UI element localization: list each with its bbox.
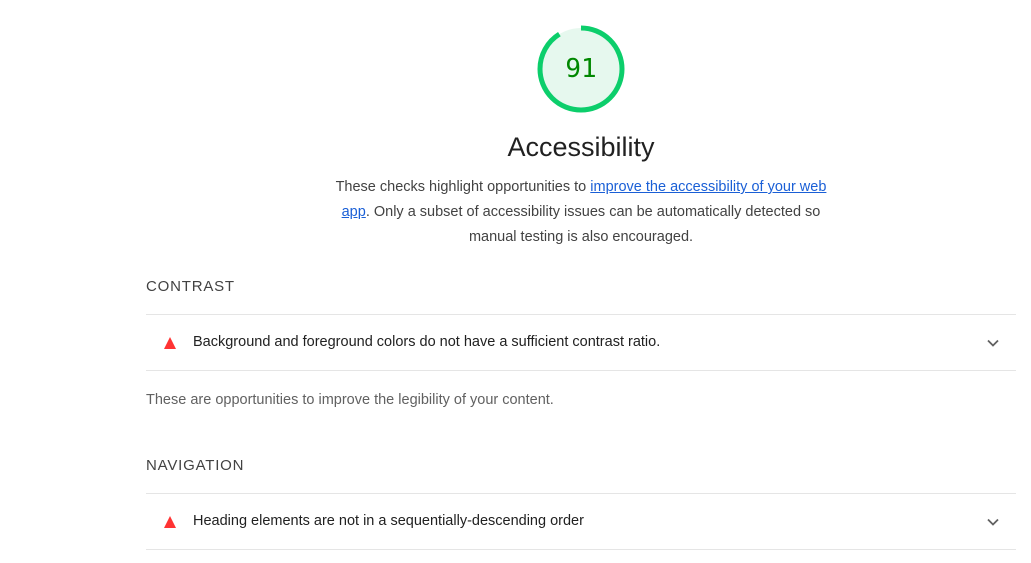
category-description: These checks highlight opportunities to … [335,175,827,250]
audit-title: Background and foreground colors do not … [193,334,661,350]
group-description-contrast: These are opportunities to improve the l… [146,392,554,408]
description-suffix: . Only a subset of accessibility issues … [365,204,821,245]
category-title: Accessibility [507,132,655,162]
score-gauge[interactable]: 91 [535,23,627,115]
audit-color-contrast[interactable]: Background and foreground colors do not … [146,314,1016,371]
group-title-navigation: NAVIGATION [146,457,245,474]
group-title-contrast: CONTRAST [146,278,235,295]
chevron-down-icon[interactable] [986,336,1000,350]
lighthouse-report: 91 Accessibility These checks highlight … [0,0,1031,563]
audit-title: Heading elements are not in a sequential… [193,513,584,529]
audit-heading-order[interactable]: Heading elements are not in a sequential… [146,493,1016,550]
chevron-down-icon[interactable] [986,515,1000,529]
description-prefix: These checks highlight opportunities to [335,179,591,195]
fail-triangle-icon [164,337,176,349]
gauge-score: 91 [565,54,597,84]
fail-triangle-icon [164,516,176,528]
